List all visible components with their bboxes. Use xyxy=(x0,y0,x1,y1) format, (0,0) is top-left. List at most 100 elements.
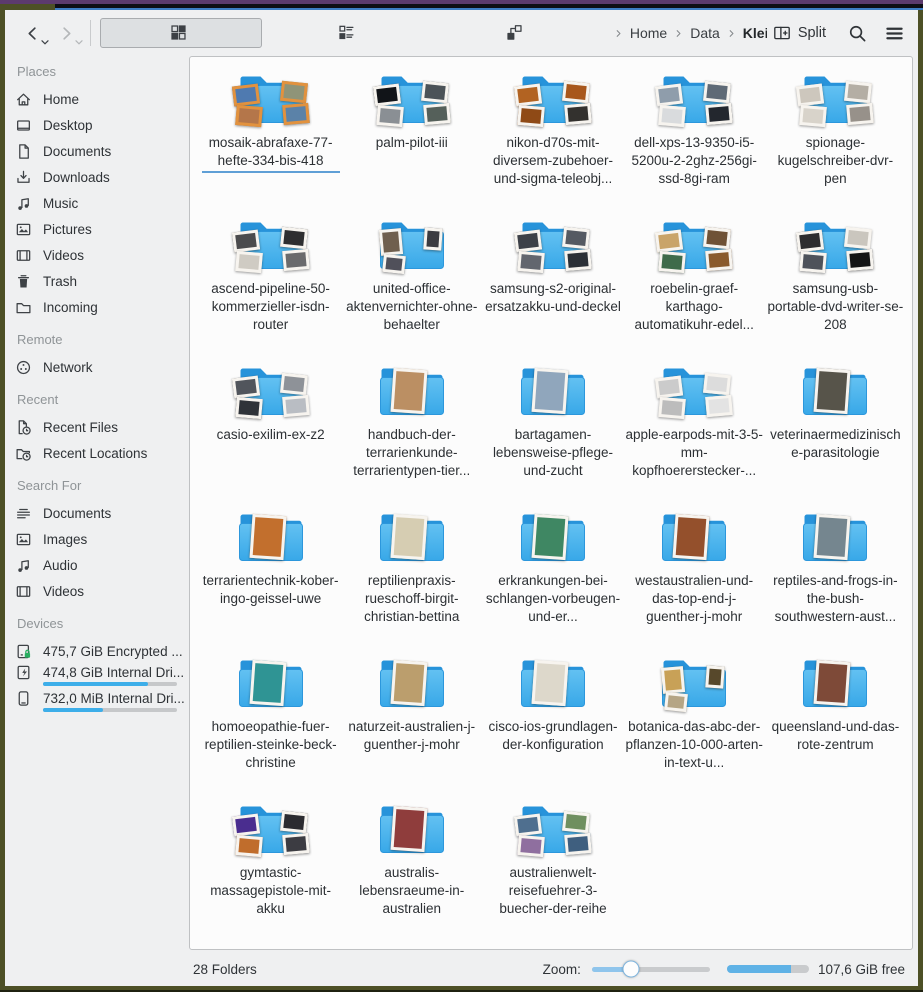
sidebar-item-documents[interactable]: Documents xyxy=(15,138,189,164)
sidebar-item-pictures[interactable]: Pictures xyxy=(15,216,189,242)
sidebar-item-audio[interactable]: Audio xyxy=(15,552,189,578)
sidebar-item-music[interactable]: Music xyxy=(15,190,189,216)
photo-thumbnail xyxy=(517,835,545,857)
hamburger-menu-icon xyxy=(885,24,904,43)
folder-item[interactable]: roebelin-graef-karthago-automatikuhr-ede… xyxy=(624,215,765,361)
folder-icon xyxy=(507,507,599,567)
sidebar-item-desktop[interactable]: Desktop xyxy=(15,112,189,138)
photo-thumbnail xyxy=(390,806,427,852)
photo-thumbnail xyxy=(379,228,403,256)
icons-view-button[interactable] xyxy=(100,18,262,48)
folder-item[interactable]: gymtastic-massagepistole-mit-akku xyxy=(200,799,341,945)
back-icon xyxy=(24,25,41,42)
details-view-button[interactable] xyxy=(268,18,430,48)
capacity-bar-fill xyxy=(727,965,791,973)
sidebar-item-documents[interactable]: Documents xyxy=(15,500,189,526)
folder-item[interactable]: erkrankungen-bei-schlangen-vorbeugen-und… xyxy=(482,507,623,653)
sidebar-item-videos[interactable]: Videos xyxy=(15,242,189,268)
sidebar-item-network[interactable]: Network xyxy=(15,354,189,380)
folder-item[interactable]: cisco-ios-grundlagen-der-konfiguration xyxy=(482,653,623,799)
sidebar-item-475-7-gib-encrypted[interactable]: 475,7 GiB Encrypted ... xyxy=(15,638,189,664)
photo-thumbnail xyxy=(844,227,872,250)
sidebar-item-incoming[interactable]: Incoming xyxy=(15,294,189,320)
folder-item[interactable]: reptiles-and-frogs-in-the-bush-southwest… xyxy=(765,507,906,653)
folder-item[interactable]: queensland-und-das-rote-zentrum xyxy=(765,653,906,799)
zoom-slider[interactable] xyxy=(592,967,710,972)
places-panel: Places Home Desktop Documents Downloads … xyxy=(5,56,189,952)
photo-thumbnail xyxy=(705,103,733,125)
free-space-label: 107,6 GiB free xyxy=(818,962,905,977)
sidebar-item-732-0-mib-internal-dri[interactable]: 732,0 MiB Internal Dri... xyxy=(15,690,189,716)
sidebar-item-home[interactable]: Home xyxy=(15,86,189,112)
forward-button[interactable] xyxy=(51,18,81,48)
trash-icon xyxy=(15,273,35,290)
photo-thumbnail xyxy=(655,375,683,398)
menu-button[interactable] xyxy=(883,22,906,45)
folder-item[interactable]: reptilienpraxis-rueschoff-birgit-christi… xyxy=(341,507,482,653)
sidebar-item-474-8-gib-internal-dri[interactable]: 474,8 GiB Internal Dri... xyxy=(15,664,189,690)
folder-item[interactable]: naturzeit-australien-j-guenther-j-mohr xyxy=(341,653,482,799)
folder-item[interactable]: nikon-d70s-mit-diversem-zubehoer-und-sig… xyxy=(482,69,623,215)
folder-item[interactable]: apple-earpods-mit-3-5-mm-kopfhoerersteck… xyxy=(624,361,765,507)
breadcrumb-item[interactable]: Data xyxy=(685,25,725,41)
folder-item[interactable]: handbuch-der-terrarienkunde-terrarientyp… xyxy=(341,361,482,507)
back-button[interactable] xyxy=(17,18,47,48)
folder-item[interactable]: samsung-s2-original-ersatzakku-und-decke… xyxy=(482,215,623,361)
folder-icon xyxy=(225,69,317,129)
folder-icon xyxy=(789,215,881,275)
sidebar-item-label: Home xyxy=(43,92,189,107)
folder-item[interactable]: terrarientechnik-kober-ingo-geissel-uwe xyxy=(200,507,341,653)
back-history-caret-icon xyxy=(41,40,49,45)
photo-thumbnail xyxy=(800,105,828,127)
photo-thumbnail xyxy=(564,103,592,125)
sidebar-item-recent-files[interactable]: Recent Files xyxy=(15,414,189,440)
folder-item[interactable]: australis-lebensraeume-in-australien xyxy=(341,799,482,945)
folder-item[interactable]: westaustralien-und-das-top-end-j-guenthe… xyxy=(624,507,765,653)
folder-name: terrarientechnik-kober-ingo-geissel-uwe xyxy=(202,572,340,608)
sidebar-item-label: Pictures xyxy=(43,222,189,237)
folder-item[interactable]: bartagamen-lebensweise-pflege-und-zucht xyxy=(482,361,623,507)
photo-thumbnail xyxy=(373,83,401,106)
photo-thumbnail xyxy=(514,813,542,836)
folder-name: casio-exilim-ex-z2 xyxy=(202,426,340,444)
folder-item[interactable]: spionage-kugelschreiber-dvr-pen xyxy=(765,69,906,215)
photo-thumbnail xyxy=(280,227,308,250)
folder-item[interactable]: ascend-pipeline-50-kommerzieller-isdn-ro… xyxy=(200,215,341,361)
folder-name: australienwelt-reisefuehrer-3-buecher-de… xyxy=(484,864,622,918)
music-icon xyxy=(15,557,35,574)
sidebar-item-images[interactable]: Images xyxy=(15,526,189,552)
folder-item[interactable]: botanica-das-abc-der-pflanzen-10-000-art… xyxy=(624,653,765,799)
breadcrumb-chevron-icon xyxy=(672,27,685,40)
photo-thumbnail xyxy=(514,229,542,252)
split-button[interactable]: Split xyxy=(767,23,832,43)
photo-thumbnail xyxy=(844,81,872,104)
toolbar: Home Data Kleinanzeigen-Backup Split xyxy=(5,10,918,56)
folder-item[interactable]: mosaik-abrafaxe-77-hefte-334-bis-418 xyxy=(200,69,341,215)
folder-view-area: mosaik-abrafaxe-77-hefte-334-bis-418 pal… xyxy=(189,56,918,952)
folder-name: spionage-kugelschreiber-dvr-pen xyxy=(766,134,904,188)
folder-item[interactable]: dell-xps-13-9350-i5-5200u-2-2ghz-256gi-s… xyxy=(624,69,765,215)
tree-view-button[interactable] xyxy=(436,18,598,48)
search-button[interactable] xyxy=(846,22,869,45)
sidebar-item-label: Network xyxy=(43,360,189,375)
desktop-icon xyxy=(15,117,35,134)
dolphin-window: Home Data Kleinanzeigen-Backup Split Place… xyxy=(5,10,918,986)
folder-item[interactable]: united-office-aktenvernichter-ohne-behae… xyxy=(341,215,482,361)
sidebar-item-downloads[interactable]: Downloads xyxy=(15,164,189,190)
sidebar-item-videos[interactable]: Videos xyxy=(15,578,189,604)
zoom-slider-handle[interactable] xyxy=(622,961,639,978)
photo-thumbnail xyxy=(282,103,310,125)
folder-item[interactable]: casio-exilim-ex-z2 xyxy=(200,361,341,507)
breadcrumb-item[interactable]: Kleinanzeigen-Backup xyxy=(738,25,767,41)
folder-name: reptiles-and-frogs-in-the-bush-southwest… xyxy=(766,572,904,626)
folder-item[interactable]: homoeopathie-fuer-reptilien-steinke-beck… xyxy=(200,653,341,799)
folder-item[interactable]: australienwelt-reisefuehrer-3-buecher-de… xyxy=(482,799,623,945)
folder-item[interactable]: palm-pilot-iii xyxy=(341,69,482,215)
folder-item[interactable]: veterinaermedizinische-parasitologie xyxy=(765,361,906,507)
folder-name: homoeopathie-fuer-reptilien-steinke-beck… xyxy=(202,718,340,772)
sidebar-item-trash[interactable]: Trash xyxy=(15,268,189,294)
breadcrumb-item[interactable]: Home xyxy=(625,25,672,41)
sidebar-item-recent-locations[interactable]: Recent Locations xyxy=(15,440,189,466)
folder-item[interactable]: samsung-usb-portable-dvd-writer-se-208 xyxy=(765,215,906,361)
photo-thumbnail xyxy=(282,833,310,855)
